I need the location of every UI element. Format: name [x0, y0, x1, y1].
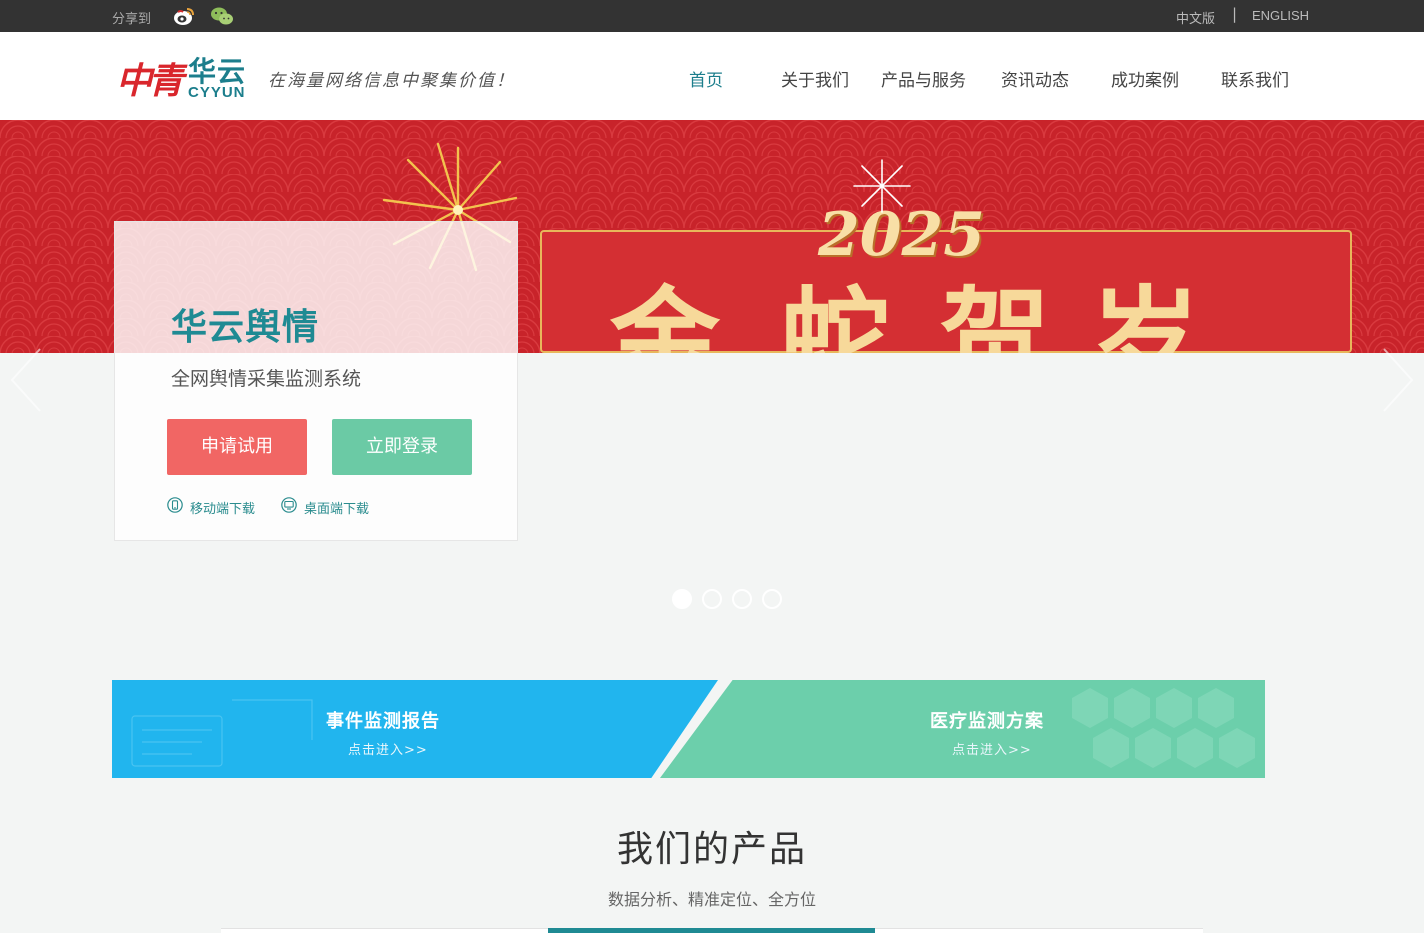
top-bar: 分享到 中文版 | ENGLISH — [0, 0, 1424, 32]
logo-english: CYYUN — [188, 84, 246, 101]
mobile-download-link[interactable]: 移动端下载 — [190, 498, 255, 517]
hexagon-decor — [1072, 688, 1255, 768]
carousel-next-arrow[interactable] — [1378, 345, 1418, 415]
firework-small-icon — [853, 159, 911, 213]
carousel-prev-arrow[interactable] — [6, 345, 46, 415]
lang-separator: | — [1232, 5, 1238, 23]
event-report-banner[interactable]: 事件监测报告 点击进入>> — [112, 680, 718, 778]
slogan: 在海量网络信息中聚集价值！ — [268, 71, 515, 91]
carousel-dot[interactable] — [672, 589, 692, 609]
apply-trial-button[interactable]: 申请试用 — [167, 419, 307, 475]
nav-news[interactable]: 资讯动态 — [1001, 66, 1069, 91]
nav-cases[interactable]: 成功案例 — [1111, 66, 1179, 91]
desktop-download-link[interactable]: 桌面端下载 — [304, 498, 369, 517]
event-report-link[interactable]: 点击进入>> — [348, 739, 428, 758]
lang-chinese-link[interactable]: 中文版 — [1176, 8, 1215, 27]
nav-products[interactable]: 产品与服务 — [881, 66, 966, 91]
wechat-icon[interactable] — [210, 5, 234, 27]
nav-contact[interactable]: 联系我们 — [1221, 66, 1289, 91]
card-subtitle: 全网舆情采集监测系统 — [171, 368, 362, 390]
nav-home[interactable]: 首页 — [689, 66, 723, 91]
card-title: 华云舆情 — [171, 307, 320, 348]
lang-english-link[interactable]: ENGLISH — [1252, 8, 1309, 23]
products-tab-active[interactable] — [548, 928, 875, 933]
weibo-icon[interactable] — [172, 5, 196, 27]
products-title: 我们的产品 — [616, 829, 807, 870]
carousel-dot[interactable] — [732, 589, 752, 609]
logo[interactable]: 中青 华云 CYYUN — [116, 50, 256, 104]
share-label: 分享到 — [112, 12, 152, 27]
product-intro-card: 华云舆情 全网舆情采集监测系统 申请试用 立即登录 移动端下载 桌面端下载 — [114, 221, 518, 541]
desktop-icon — [281, 497, 297, 513]
report-decor — [131, 699, 313, 767]
carousel-dot[interactable] — [702, 589, 722, 609]
mobile-icon — [167, 497, 183, 513]
login-button[interactable]: 立即登录 — [332, 419, 472, 475]
medical-plan-banner[interactable]: 医疗监测方案 点击进入>> — [660, 680, 1265, 778]
medical-plan-title: 医疗监测方案 — [930, 711, 1044, 732]
site-header: 中青 华云 CYYUN 在海量网络信息中聚集价值！ 首页 关于我们 产品与服务 … — [0, 32, 1424, 120]
medical-plan-link[interactable]: 点击进入>> — [952, 739, 1032, 758]
event-report-title: 事件监测报告 — [326, 711, 440, 732]
carousel-dot[interactable] — [762, 589, 782, 609]
products-subtitle: 数据分析、精准定位、全方位 — [607, 890, 816, 909]
nav-about[interactable]: 关于我们 — [781, 66, 849, 91]
logo-mark: 中青 — [116, 60, 184, 102]
